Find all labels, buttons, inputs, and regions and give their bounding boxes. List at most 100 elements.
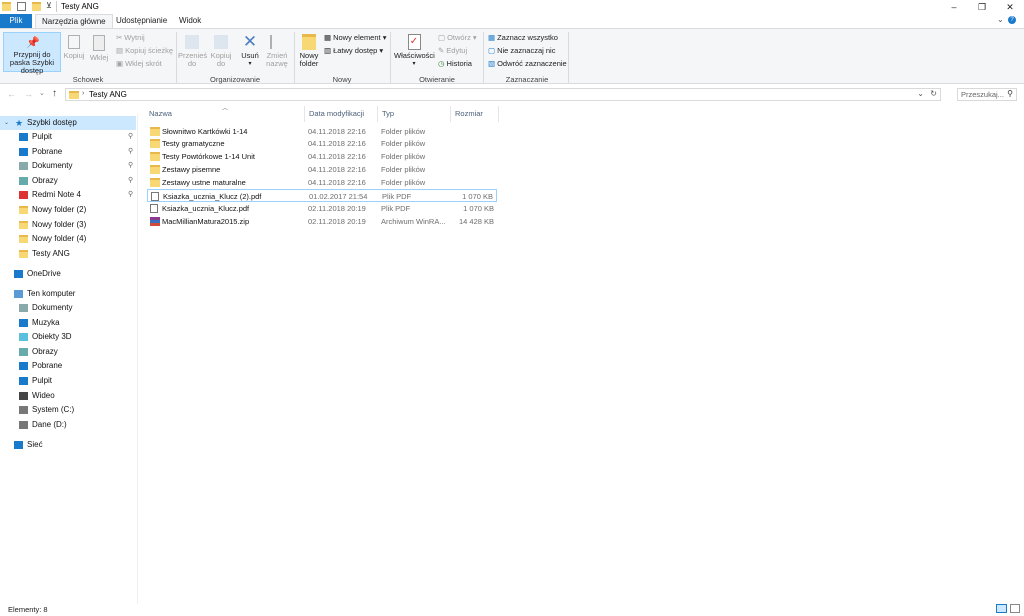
nav-quick-item[interactable]: Redmi Note 4 ⚲ — [0, 188, 136, 202]
file-date: 04.11.2018 22:16 — [308, 165, 366, 175]
open-button[interactable]: ▢ Otwórz ▾ — [438, 33, 477, 42]
group-label-schowek: Schowek — [72, 75, 104, 84]
tab-udostepnianie[interactable]: Udostępnianie — [110, 14, 173, 28]
desktop-icon — [19, 377, 28, 385]
new-folder-icon — [302, 34, 316, 50]
nav-this-pc[interactable]: Ten komputer — [0, 287, 136, 301]
pin-quick-access-button[interactable]: 📌 Przypnij do paska Szybki dostęp — [3, 32, 61, 75]
refresh-icon[interactable]: ↻ — [930, 89, 937, 98]
tab-plik[interactable]: Plik — [0, 14, 32, 28]
up-arrow-icon[interactable]: ↑ — [52, 88, 57, 99]
search-box[interactable]: Przeszukaj... ⚲ — [957, 88, 1017, 101]
nav-pc-item[interactable]: Dane (D:) — [0, 418, 136, 432]
search-icon[interactable]: ⚲ — [1007, 89, 1013, 98]
tab-narzedzia-glowne[interactable]: Narzędzia główne — [35, 14, 113, 29]
nav-quick-item[interactable]: Dokumenty ⚲ — [0, 159, 136, 173]
file-row[interactable]: Zestawy pisemne 04.11.2018 22:16 Folder pl… — [147, 163, 497, 176]
history-button[interactable]: ◷ Historia — [438, 59, 472, 68]
column-header-size[interactable]: Rozmiar — [455, 109, 483, 118]
easy-access-button[interactable]: ▥ Łatwy dostęp ▾ — [324, 46, 383, 55]
properties-icon[interactable] — [17, 2, 26, 11]
help-icon[interactable]: ? — [1008, 16, 1016, 24]
properties-button[interactable]: ✓ Właściwości ▾ — [394, 32, 435, 68]
back-arrow-icon[interactable]: ← — [7, 89, 16, 99]
folder-icon — [150, 178, 160, 188]
folder-icon — [19, 220, 28, 229]
move-to-button[interactable]: Przenieś do — [178, 32, 207, 68]
recent-locations-dropdown[interactable]: ⌄ — [39, 89, 45, 97]
ribbon-expand-icon[interactable]: ⌄ — [997, 15, 1004, 24]
file-row[interactable]: Testy gramatyczne 04.11.2018 22:16 Folder … — [147, 137, 497, 150]
file-row[interactable]: Zestawy ustne maturalne 04.11.2018 22:16 F… — [147, 176, 497, 189]
maximize-button[interactable]: ❐ — [968, 0, 996, 14]
breadcrumb-chevron-icon[interactable]: › — [82, 90, 84, 97]
rename-button[interactable]: Zmień nazwę — [264, 32, 290, 68]
select-all-button[interactable]: ▦ Zaznacz wszystko — [488, 33, 558, 42]
nav-quick-access[interactable]: ⌄ ★ Szybki dostęp — [0, 116, 136, 130]
column-separator[interactable] — [498, 106, 499, 122]
file-row[interactable]: Testy Powtórkowe 1-14 Unit 04.11.2018 22:… — [147, 150, 497, 163]
tab-widok[interactable]: Widok — [173, 14, 207, 28]
address-dropdown-icon[interactable]: ⌄ — [917, 89, 924, 98]
copy-path-button[interactable]: ▤ Kopiuj ścieżkę — [116, 46, 173, 55]
nav-quick-item[interactable]: Nowy folder (2) — [0, 203, 136, 217]
column-separator[interactable] — [377, 106, 378, 122]
file-row[interactable]: MacMillianMatura2015.zip 02.11.2018 20:19… — [147, 215, 497, 228]
nav-quick-access-label: Szybki dostęp — [27, 118, 77, 127]
properties-dropdown-arrow[interactable]: ▾ — [394, 60, 434, 68]
nav-pc-item[interactable]: Obrazy — [0, 345, 136, 359]
nav-quick-item-label: Redmi Note 4 — [32, 190, 81, 200]
column-header-date[interactable]: Data modyfikacji — [309, 109, 364, 118]
nav-pc-item[interactable]: Pobrane — [0, 359, 136, 373]
nav-pc-item[interactable]: Obiekty 3D — [0, 330, 136, 344]
pdf-file-icon — [150, 203, 158, 213]
file-type: Folder plików — [381, 126, 426, 136]
breadcrumb-current[interactable]: Testy ANG — [89, 90, 127, 99]
file-type: Folder plików — [381, 139, 426, 149]
nav-pc-item[interactable]: Pulpit — [0, 374, 136, 388]
paste-shortcut-button[interactable]: ▣ Wklej skrót — [116, 59, 162, 68]
nav-pc-item-label: Obiekty 3D — [32, 332, 72, 342]
file-row[interactable]: Ksiazka_ucznia_Klucz.pdf 02.11.2018 20:19… — [147, 202, 497, 215]
file-row[interactable]: Ksiazka_ucznia_Klucz (2).pdf 01.02.2017 2… — [147, 189, 497, 202]
delete-dropdown-arrow[interactable]: ▾ — [238, 60, 262, 68]
paste-button[interactable]: Wklej — [88, 32, 110, 62]
address-bar[interactable]: › Testy ANG ⌄ ↻ — [65, 88, 941, 101]
invert-selection-button[interactable]: ▧ Odwróć zaznaczenie — [488, 59, 567, 68]
nav-network[interactable]: Sieć — [0, 438, 136, 452]
nav-pc-item[interactable]: Wideo — [0, 389, 136, 403]
new-folder-icon[interactable] — [32, 2, 41, 11]
nav-onedrive[interactable]: OneDrive — [0, 267, 136, 281]
file-row[interactable]: Słownitwo Kartkówki 1-14 04.11.2018 22:16… — [147, 125, 497, 138]
nav-quick-item[interactable]: Pulpit ⚲ — [0, 130, 136, 144]
large-icons-view-icon[interactable] — [1010, 604, 1020, 613]
nav-pc-item[interactable]: System (C:) — [0, 403, 136, 417]
collapse-chevron-icon[interactable]: ⌄ — [4, 116, 9, 130]
cut-button[interactable]: ✂ Wytnij — [116, 33, 145, 42]
details-view-icon[interactable] — [996, 604, 1007, 613]
forward-arrow-icon[interactable]: → — [24, 89, 33, 99]
nav-quick-item[interactable]: Testy ANG — [0, 247, 136, 261]
new-folder-button[interactable]: Nowy folder — [297, 32, 321, 68]
copy-to-button[interactable]: Kopiuj do — [207, 32, 235, 68]
nav-quick-item[interactable]: Obrazy ⚲ — [0, 174, 136, 188]
column-header-name[interactable]: Nazwa — [149, 109, 172, 118]
quick-access-toolbar-dropdown[interactable]: ⊻ — [46, 1, 52, 10]
nav-quick-item[interactable]: Pobrane ⚲ — [0, 145, 136, 159]
copy-button[interactable]: Kopiuj — [63, 32, 85, 60]
new-item-button[interactable]: ▦ Nowy element ▾ — [324, 33, 386, 42]
column-header-type[interactable]: Typ — [382, 109, 394, 118]
column-separator[interactable] — [450, 106, 451, 122]
nav-quick-item[interactable]: Nowy folder (4) — [0, 232, 136, 246]
delete-button[interactable]: ✕ Usuń ▾ — [238, 32, 262, 68]
title-bar: ⊻ Testy ANG – ❐ ✕ — [0, 0, 1024, 14]
column-separator[interactable] — [304, 106, 305, 122]
pictures-icon — [19, 347, 28, 356]
nav-pc-item[interactable]: Muzyka — [0, 316, 136, 330]
nav-pc-item[interactable]: Dokumenty — [0, 301, 136, 315]
close-button[interactable]: ✕ — [996, 0, 1024, 14]
minimize-button[interactable]: – — [940, 0, 968, 14]
edit-button[interactable]: ✎ Edytuj — [438, 46, 467, 55]
nav-quick-item[interactable]: Nowy folder (3) — [0, 218, 136, 232]
select-none-button[interactable]: ▢ Nie zaznaczaj nic — [488, 46, 555, 55]
